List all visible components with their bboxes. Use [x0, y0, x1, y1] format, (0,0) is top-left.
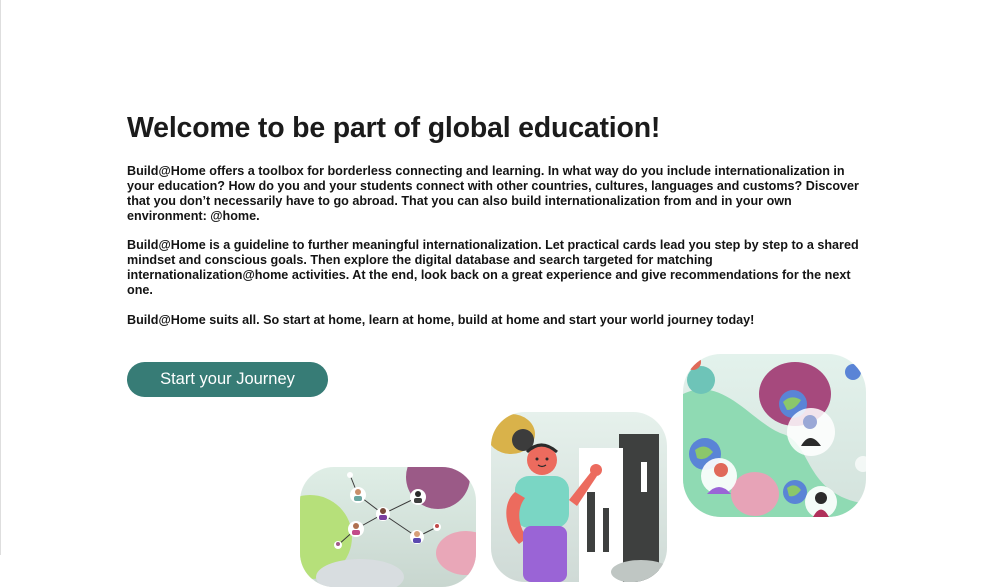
start-journey-button[interactable]: Start your Journey — [127, 362, 328, 397]
network-illustration — [300, 467, 476, 587]
intro-paragraph-3: Build@Home suits all. So start at home, … — [127, 313, 755, 327]
hero-section: Welcome to be part of global education! … — [127, 110, 877, 327]
globes-illustration — [683, 354, 866, 517]
page-edge-divider — [0, 0, 1, 555]
intro-paragraph-1: Build@Home offers a toolbox for borderle… — [127, 164, 859, 223]
page-title: Welcome to be part of global education! — [127, 112, 661, 144]
city-illustration — [491, 412, 667, 582]
network-illustration-card — [300, 467, 476, 587]
globes-illustration-card — [683, 354, 866, 517]
city-illustration-card — [491, 412, 667, 582]
intro-paragraph-2: Build@Home is a guideline to further mea… — [127, 238, 859, 297]
